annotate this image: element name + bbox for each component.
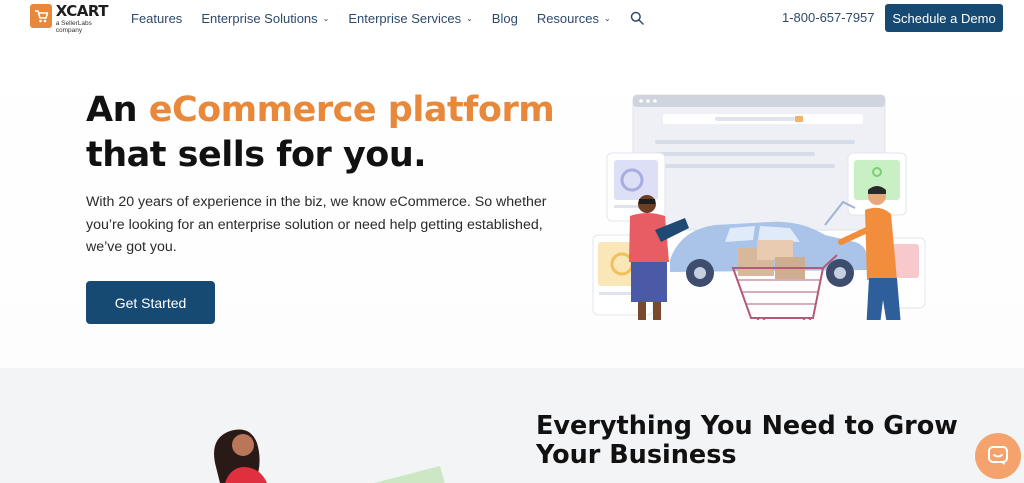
nav-enterprise-services[interactable]: Enterprise Services ⌄	[348, 11, 472, 26]
hero-title-part1: An	[86, 90, 138, 130]
chevron-down-icon: ⌄	[322, 13, 330, 23]
schedule-demo-button[interactable]: Schedule a Demo	[885, 4, 1003, 32]
phone-number-link[interactable]: 1-800-657-7957	[782, 10, 875, 25]
hero-illustration	[592, 94, 926, 320]
logo-tagline: a SellerLabs company	[55, 20, 92, 34]
search-icon	[630, 11, 644, 25]
nav-resources-label: Resources	[536, 10, 599, 26]
nav-enterprise-solutions-label: Enterprise Solutions	[201, 10, 318, 26]
hero-title: An eCommerce platform that sells for you…	[86, 88, 555, 178]
hero-title-accent: eCommerce platform	[148, 90, 555, 130]
chevron-down-icon: ⌄	[603, 13, 611, 23]
get-started-button[interactable]: Get Started	[86, 281, 215, 324]
decorative-shape	[373, 466, 445, 483]
nav-features-label: Features	[131, 10, 183, 26]
logo-name: XCART	[55, 2, 109, 20]
features-section: Everything You Need to Grow Your Busines…	[0, 368, 1024, 483]
section-title-line1: Everything You Need to Grow	[536, 411, 958, 441]
nav-enterprise-solutions[interactable]: Enterprise Solutions ⌄	[201, 11, 329, 26]
hero-title-line2: that sells for you.	[86, 135, 427, 175]
nav-enterprise-services-label: Enterprise Services	[348, 10, 462, 26]
search-button[interactable]	[630, 11, 644, 25]
nav-blog-label: Blog	[491, 10, 518, 26]
chevron-down-icon: ⌄	[466, 13, 473, 23]
nav-blog[interactable]: Blog	[492, 11, 518, 26]
xcart-logo[interactable]: XCART a SellerLabs company	[30, 2, 114, 34]
section-title-line2: Your Business	[536, 440, 737, 470]
hero-section: An eCommerce platform that sells for you…	[0, 38, 1024, 368]
chat-icon	[988, 446, 1008, 465]
woman-illustration	[214, 429, 267, 483]
hero-description: With 20 years of experience in the biz, …	[86, 194, 547, 255]
section-title: Everything You Need to Grow Your Busines…	[536, 412, 958, 470]
cart-logo-icon	[30, 4, 52, 28]
chat-button[interactable]	[975, 433, 1021, 479]
main-nav: Features Enterprise Solutions ⌄ Enterpri…	[131, 0, 663, 36]
site-header: XCART a SellerLabs company Features Ente…	[0, 0, 1024, 38]
nav-features[interactable]: Features	[131, 11, 182, 26]
nav-resources[interactable]: Resources ⌄	[537, 11, 611, 26]
